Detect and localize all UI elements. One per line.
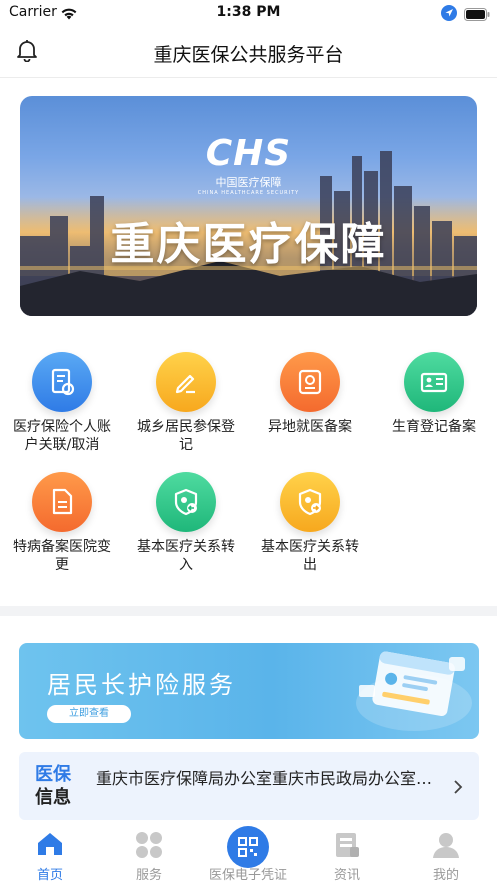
document-edit-icon — [32, 472, 92, 532]
hero-banner[interactable]: CHS 中国医疗保障 CHINA HEALTHCARE SECURITY 重庆医… — [20, 96, 477, 316]
news-tag-secondary: 信息 — [35, 787, 71, 808]
qr-code-icon — [227, 826, 269, 868]
promo-title: 居民长护险服务 — [47, 671, 236, 699]
page-title: 重庆医保公共服务平台 — [153, 44, 344, 66]
edit-icon — [156, 352, 216, 412]
tab-label: 资讯 — [333, 868, 360, 883]
account-link-icon — [32, 352, 92, 412]
promo-view-button[interactable]: 立即查看 — [47, 705, 131, 723]
news-icon — [336, 833, 359, 857]
section-divider — [0, 606, 497, 616]
news-tag: 医保 信息 — [35, 763, 71, 809]
tab-label: 服务 — [135, 868, 162, 883]
news-headline[interactable]: 重庆市医疗保障局办公室重庆市民政局办公室关于印发 — [96, 765, 436, 789]
chs-logo: CHS 中国医疗保障 CHINA HEALTHCARE SECURITY — [20, 133, 477, 197]
service-remote-medical[interactable]: 异地就医备案 — [248, 352, 372, 436]
card-illustration-icon — [356, 651, 472, 731]
service-account-link[interactable]: 医疗保险个人账户关联/取消 — [0, 352, 124, 454]
news-tag-primary: 医保 — [35, 764, 71, 785]
id-card-icon — [404, 352, 464, 412]
service-birth-registration[interactable]: 生育登记备案 — [372, 352, 496, 436]
tab-services[interactable]: 服务 — [99, 826, 199, 883]
service-resident-enroll[interactable]: 城乡居民参保登记 — [124, 352, 248, 454]
transfer-out-icon — [280, 472, 340, 532]
battery-icon — [464, 6, 490, 25]
service-label: 城乡居民参保登记 — [137, 419, 235, 453]
tab-profile[interactable]: 我的 — [396, 826, 496, 883]
tab-label: 首页 — [36, 868, 63, 883]
service-special-disease-hospital[interactable]: 特病备案医院变更 — [0, 472, 124, 574]
location-card-icon — [280, 352, 340, 412]
location-arrow-icon — [441, 5, 457, 25]
status-bar: Carrier 1:38 PM — [0, 0, 497, 26]
news-ticker[interactable]: 医保 信息 重庆市医疗保障局办公室重庆市民政局办公室关于印发 — [19, 752, 479, 820]
service-label: 基本医疗关系转出 — [261, 539, 359, 573]
chs-logo-en: CHINA HEALTHCARE SECURITY — [197, 190, 300, 196]
user-icon — [433, 833, 459, 858]
home-icon — [38, 833, 62, 855]
tab-label: 我的 — [432, 868, 459, 883]
service-label: 异地就医备案 — [268, 419, 352, 435]
tab-news[interactable]: 资讯 — [297, 826, 397, 883]
tab-home[interactable]: 首页 — [0, 826, 100, 883]
chs-logo-cn: 中国医疗保障 — [215, 176, 282, 189]
tab-e-voucher[interactable]: 医保电子凭证 — [198, 826, 298, 883]
service-transfer-in[interactable]: 基本医疗关系转入 — [124, 472, 248, 574]
service-label: 医疗保险个人账户关联/取消 — [13, 419, 111, 453]
transfer-in-icon — [156, 472, 216, 532]
city-skyline-illustration — [20, 151, 477, 316]
promo-banner[interactable]: 居民长护险服务 立即查看 — [19, 643, 479, 739]
tab-bar: 首页 服务 医保电子凭证 资讯 我的 — [0, 820, 497, 883]
nav-bar: 重庆医保公共服务平台 — [0, 26, 497, 78]
service-transfer-out[interactable]: 基本医疗关系转出 — [248, 472, 372, 574]
banner-title: 重庆医疗保障 — [110, 219, 387, 270]
apps-icon — [136, 832, 162, 858]
service-label: 生育登记备案 — [392, 419, 476, 435]
chs-logo-mark: CHS — [205, 133, 292, 174]
status-time: 1:38 PM — [216, 4, 281, 20]
service-label: 特病备案医院变更 — [13, 539, 111, 573]
chevron-right-icon[interactable] — [453, 779, 463, 799]
service-label: 基本医疗关系转入 — [137, 539, 235, 573]
